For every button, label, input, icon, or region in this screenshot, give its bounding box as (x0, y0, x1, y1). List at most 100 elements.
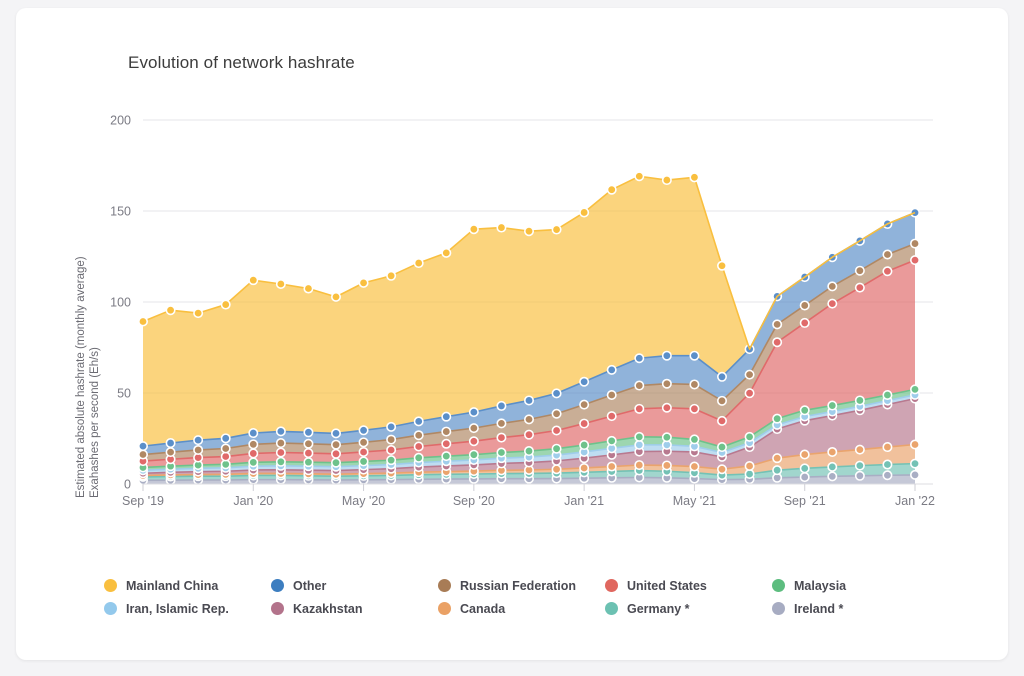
data-point[interactable] (303, 283, 314, 294)
data-point[interactable] (220, 443, 231, 454)
data-point[interactable] (523, 226, 534, 237)
data-point[interactable] (606, 184, 617, 195)
data-point[interactable] (909, 238, 920, 249)
data-point[interactable] (579, 418, 590, 429)
data-point[interactable] (220, 299, 231, 310)
data-point[interactable] (909, 439, 920, 450)
data-point[interactable] (772, 319, 783, 330)
data-point[interactable] (165, 438, 176, 449)
data-point[interactable] (551, 408, 562, 419)
data-point[interactable] (634, 353, 645, 364)
data-point[interactable] (441, 247, 452, 258)
data-point[interactable] (193, 435, 204, 446)
legend-item-germany[interactable]: Germany * (605, 602, 772, 616)
data-point[interactable] (606, 461, 617, 472)
data-point[interactable] (716, 464, 727, 475)
data-point[interactable] (165, 305, 176, 316)
data-point[interactable] (330, 448, 341, 459)
data-point[interactable] (551, 464, 562, 475)
data-point[interactable] (138, 449, 149, 460)
data-point[interactable] (634, 403, 645, 414)
data-point[interactable] (661, 378, 672, 389)
data-point[interactable] (689, 403, 700, 414)
data-point[interactable] (330, 428, 341, 439)
data-point[interactable] (744, 388, 755, 399)
data-point[interactable] (909, 458, 920, 469)
data-point[interactable] (441, 411, 452, 422)
data-point[interactable] (496, 400, 507, 411)
data-point[interactable] (772, 337, 783, 348)
data-point[interactable] (358, 277, 369, 288)
data-point[interactable] (634, 460, 645, 471)
data-point[interactable] (413, 416, 424, 427)
data-point[interactable] (854, 282, 865, 293)
data-point[interactable] (744, 369, 755, 380)
data-point[interactable] (689, 379, 700, 390)
data-point[interactable] (468, 407, 479, 418)
data-point[interactable] (799, 463, 810, 474)
data-point[interactable] (661, 350, 672, 361)
data-point[interactable] (661, 460, 672, 471)
data-point[interactable] (799, 405, 810, 416)
data-point[interactable] (523, 395, 534, 406)
data-point[interactable] (661, 175, 672, 186)
data-point[interactable] (799, 300, 810, 311)
data-point[interactable] (606, 411, 617, 422)
data-point[interactable] (854, 444, 865, 455)
data-point[interactable] (468, 449, 479, 460)
data-point[interactable] (827, 400, 838, 411)
data-point[interactable] (468, 423, 479, 434)
data-point[interactable] (827, 471, 838, 482)
data-point[interactable] (413, 258, 424, 269)
data-point[interactable] (248, 428, 259, 439)
data-point[interactable] (330, 457, 341, 468)
data-point[interactable] (689, 461, 700, 472)
data-point[interactable] (386, 455, 397, 466)
data-point[interactable] (248, 275, 259, 286)
data-point[interactable] (579, 399, 590, 410)
data-point[interactable] (716, 395, 727, 406)
data-point[interactable] (634, 380, 645, 391)
data-point[interactable] (689, 172, 700, 183)
legend-item-ireland[interactable]: Ireland * (772, 602, 939, 616)
data-point[interactable] (330, 439, 341, 450)
legend-item-kazakhstan[interactable]: Kazakhstan (271, 602, 438, 616)
data-point[interactable] (854, 460, 865, 471)
data-point[interactable] (248, 448, 259, 459)
data-point[interactable] (882, 389, 893, 400)
legend-item-russian-federation[interactable]: Russian Federation (438, 579, 605, 593)
data-point[interactable] (909, 384, 920, 395)
data-point[interactable] (854, 265, 865, 276)
data-point[interactable] (744, 431, 755, 442)
data-point[interactable] (138, 441, 149, 452)
data-point[interactable] (661, 432, 672, 443)
data-point[interactable] (551, 224, 562, 235)
data-point[interactable] (496, 418, 507, 429)
data-point[interactable] (854, 470, 865, 481)
data-point[interactable] (606, 435, 617, 446)
data-point[interactable] (882, 459, 893, 470)
data-point[interactable] (193, 308, 204, 319)
data-point[interactable] (386, 270, 397, 281)
data-point[interactable] (496, 447, 507, 458)
data-point[interactable] (275, 456, 286, 467)
data-point[interactable] (579, 376, 590, 387)
data-point[interactable] (303, 457, 314, 468)
data-point[interactable] (248, 439, 259, 450)
data-point[interactable] (716, 371, 727, 382)
data-point[interactable] (606, 389, 617, 400)
data-point[interactable] (799, 317, 810, 328)
data-point[interactable] (827, 298, 838, 309)
data-point[interactable] (441, 438, 452, 449)
data-point[interactable] (854, 395, 865, 406)
data-point[interactable] (138, 316, 149, 327)
data-point[interactable] (634, 171, 645, 182)
data-point[interactable] (386, 444, 397, 455)
data-point[interactable] (358, 456, 369, 467)
data-point[interactable] (551, 388, 562, 399)
data-point[interactable] (468, 436, 479, 447)
data-point[interactable] (909, 255, 920, 266)
legend-item-canada[interactable]: Canada (438, 602, 605, 616)
data-point[interactable] (772, 413, 783, 424)
data-point[interactable] (386, 434, 397, 445)
